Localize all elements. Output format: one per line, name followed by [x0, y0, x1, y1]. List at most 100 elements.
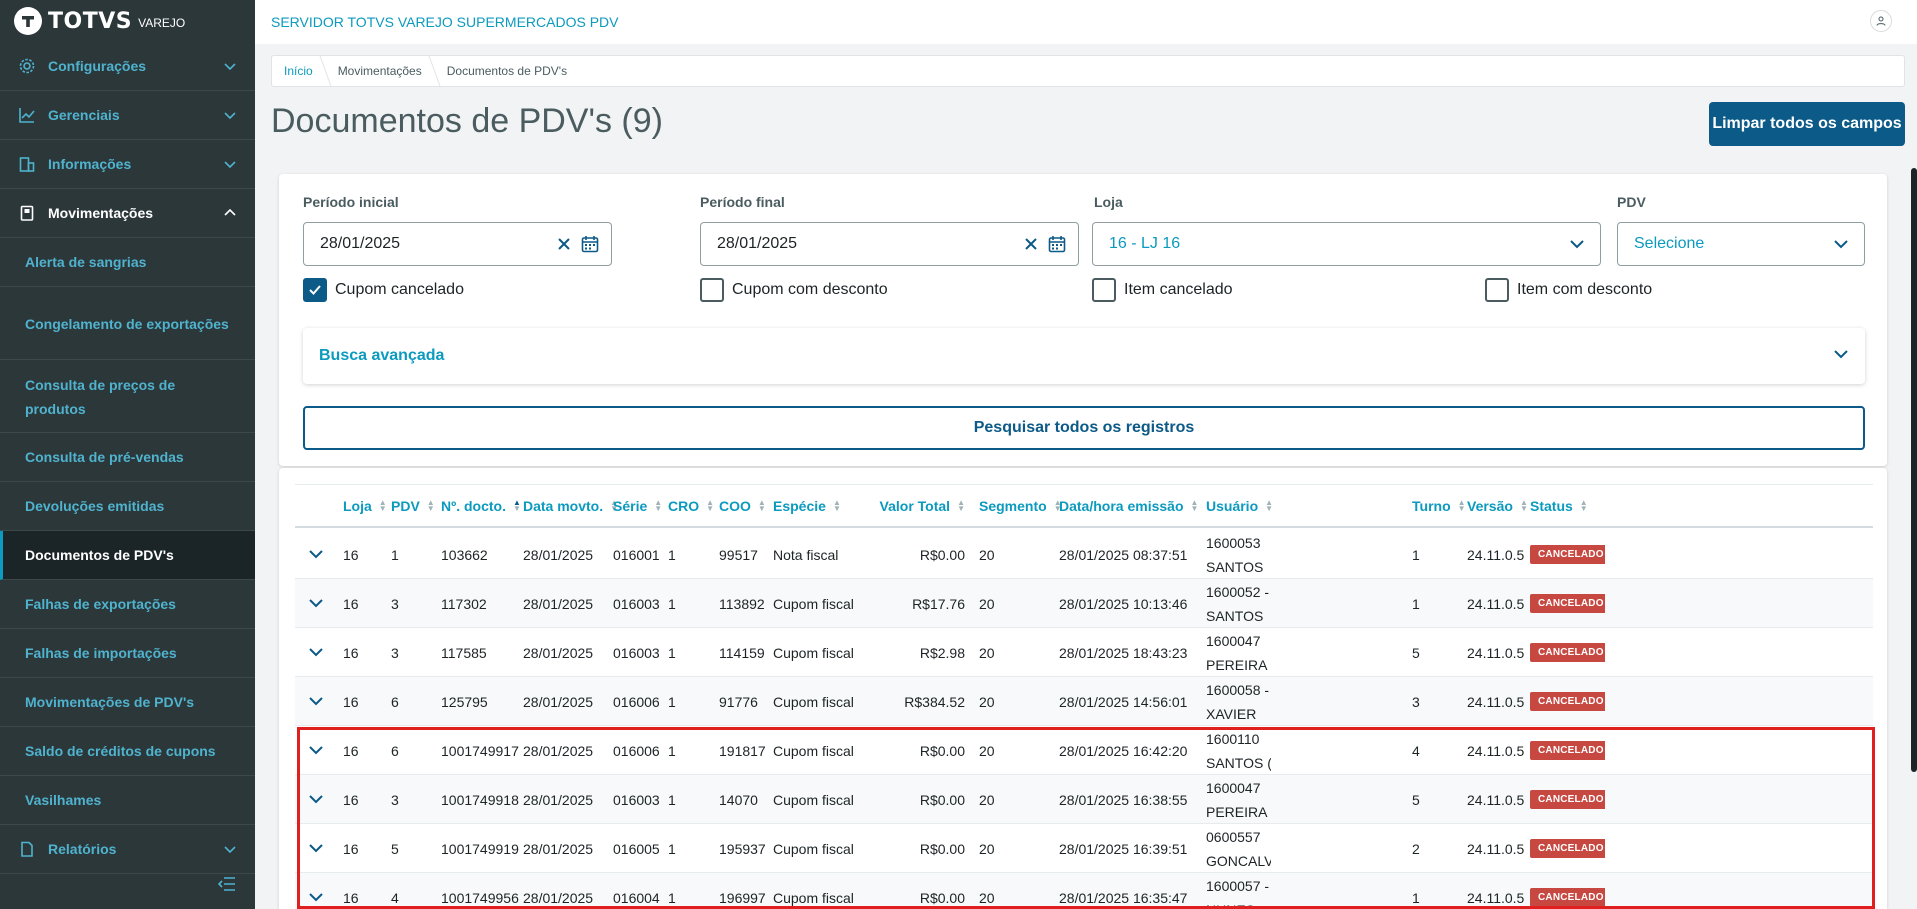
checkbox-cupom-cancelado[interactable]: Cupom cancelado [303, 278, 464, 302]
sidebar-item-alerta-sangrias[interactable]: Alerta de sangrias [0, 238, 255, 287]
expand-chevron-icon[interactable] [305, 788, 327, 810]
column-header-segmento[interactable]: Segmento ▲ ▼ [979, 485, 1062, 527]
checkbox-item-cancelado[interactable]: Item cancelado [1092, 278, 1233, 302]
column-header-serie[interactable]: Série ▲ ▼ [613, 485, 663, 527]
table-row[interactable]: 16 5 1001749919 28/01/2025 016005 1 195937 Cupo… [295, 824, 1873, 873]
user-name: SANTOS [1206, 558, 1264, 575]
table-row[interactable]: 16 3 117585 28/01/2025 016003 1 114159 Cupom fi… [295, 628, 1873, 677]
column-header-docto[interactable]: Nº. docto. ▲ ▼ [441, 485, 521, 527]
sort-icon: ▲ ▼ [1190, 498, 1199, 513]
pdv-select[interactable]: Selecione [1617, 222, 1865, 266]
sidebar-item-documentos-pdv[interactable]: Documentos de PDV's [0, 531, 255, 580]
cell-coo: 91776 [719, 693, 758, 710]
cell-especie: Cupom fiscal [773, 840, 854, 857]
search-all-button[interactable]: Pesquisar todos os registros [303, 406, 1865, 450]
cell-status: CANCELADO [1530, 530, 1605, 579]
column-header-pdv[interactable]: PDV ▲ ▼ [391, 485, 436, 527]
column-header-data[interactable]: Data movto. ▲ ▼ [523, 485, 618, 527]
cell-loja: 16 [343, 889, 359, 906]
cell-turno: 1 [1412, 546, 1420, 563]
cell-coo: 196997 [719, 889, 766, 906]
cell-versao: 24.11.0.5 [1467, 595, 1525, 612]
cell-especie: Cupom fiscal [773, 595, 854, 612]
status-badge: CANCELADO [1530, 594, 1605, 613]
column-header-cro[interactable]: CRO ▲ ▼ [668, 485, 714, 527]
start-date-field[interactable]: 28/01/2025 [303, 222, 612, 266]
sort-icon: ▲ ▼ [1265, 498, 1274, 513]
expand-chevron-icon[interactable] [305, 837, 327, 859]
end-date-field[interactable]: 28/01/2025 [700, 222, 1079, 266]
clear-all-fields-button[interactable]: Limpar todos os campos [1709, 102, 1905, 146]
column-header-status[interactable]: Status ▲ ▼ [1530, 485, 1605, 527]
sidebar-item-devolucoes-emitidas[interactable]: Devoluções emitidas [0, 482, 255, 531]
chevron-down-icon [223, 157, 237, 171]
cell-serie: 016006 [613, 693, 660, 710]
chevron-down-icon [223, 842, 237, 856]
column-header-usuario[interactable]: Usuário ▲ ▼ [1206, 485, 1406, 527]
expand-chevron-icon[interactable] [305, 690, 327, 712]
expand-chevron-icon[interactable] [305, 641, 327, 663]
calendar-icon[interactable] [1046, 233, 1068, 255]
expand-chevron-icon[interactable] [305, 592, 327, 614]
checkbox-item-com-desconto[interactable]: Item com desconto [1485, 278, 1652, 302]
table-row[interactable]: 16 6 125795 28/01/2025 016006 1 91776 Cupom fis… [295, 677, 1873, 726]
user-name: NUNES [1206, 898, 1255, 909]
cell-turno: 1 [1412, 595, 1420, 612]
sidebar-item-vasilhames[interactable]: Vasilhames [0, 776, 255, 825]
sidebar-menu-relatorios[interactable]: Relatórios [0, 825, 255, 874]
table-row[interactable]: 16 4 1001749956 28/01/2025 016004 1 196997 Cupo… [295, 873, 1873, 909]
cell-versao: 24.11.0.5 [1467, 791, 1525, 808]
sidebar-menu-configuracoes[interactable]: Configurações [0, 42, 255, 91]
cell-cro: 1 [668, 644, 676, 661]
clear-icon[interactable] [1020, 233, 1042, 255]
sidebar-item-congelamento-exportacoes[interactable]: Congelamento de exportações [0, 287, 255, 360]
sidebar-item-movimentacoes-pdv[interactable]: Movimentações de PDV's [0, 678, 255, 727]
chevron-down-icon [223, 59, 237, 73]
sort-icon: ▲ ▼ [378, 498, 387, 513]
cell-valor: R$0.00 [919, 840, 965, 857]
chevron-down-icon [1833, 346, 1849, 367]
table-row[interactable]: 16 1 103662 28/01/2025 016001 1 99517 Nota fisc… [295, 530, 1873, 579]
collapse-menu-icon[interactable] [215, 872, 239, 896]
expand-chevron-icon[interactable] [305, 886, 327, 908]
sidebar-item-consulta-precos[interactable]: Consulta de preços de produtos [0, 360, 255, 433]
user-code: 1600110 [1206, 730, 1260, 747]
cell-docto: 1001749919 [441, 840, 519, 857]
sidebar-menu-movimentacoes[interactable]: Movimentações [0, 189, 255, 238]
cell-turno: 1 [1412, 889, 1420, 906]
start-date-label: Período inicial [303, 194, 399, 210]
advanced-search-accordion[interactable]: Busca avançada [303, 328, 1865, 384]
cell-segmento: 20 [979, 644, 995, 661]
sidebar-menu-informacoes[interactable]: Informações [0, 140, 255, 189]
column-header-loja[interactable]: Loja ▲ ▼ [343, 485, 387, 527]
page-scrollbar[interactable] [1911, 168, 1917, 772]
sidebar-item-consulta-pre-vendas[interactable]: Consulta de pré-vendas [0, 433, 255, 482]
sidebar-menu-gerenciais[interactable]: Gerenciais [0, 91, 255, 140]
expand-chevron-icon[interactable] [305, 739, 327, 761]
sidebar-item-saldo-creditos[interactable]: Saldo de créditos de cupons [0, 727, 255, 776]
table-row[interactable]: 16 6 1001749917 28/01/2025 016006 1 191817 Cupo… [295, 726, 1873, 775]
brand-name: TOTVS [48, 8, 133, 34]
cell-segmento: 20 [979, 791, 995, 808]
column-header-valor[interactable]: Valor Total ▲ ▼ [880, 485, 965, 527]
column-header-emissao[interactable]: Data/hora emissão ▲ ▼ [1059, 485, 1199, 527]
column-header-versao[interactable]: Versão ▲ ▼ [1467, 485, 1528, 527]
cell-loja: 16 [343, 644, 359, 661]
clear-icon[interactable] [553, 233, 575, 255]
sidebar-item-falhas-exportacoes[interactable]: Falhas de exportações [0, 580, 255, 629]
table-row[interactable]: 16 3 1001749918 28/01/2025 016003 1 14070 Cupom… [295, 775, 1873, 824]
column-header-especie[interactable]: Espécie ▲ ▼ [773, 485, 883, 527]
sidebar-item-falhas-importacoes[interactable]: Falhas de importações [0, 629, 255, 678]
column-header-turno[interactable]: Turno ▲ ▼ [1412, 485, 1466, 527]
table-row[interactable]: 16 3 117302 28/01/2025 016003 1 113892 Cupom fi… [295, 579, 1873, 628]
status-badge: CANCELADO [1530, 545, 1605, 564]
page-title: Documentos de PDV's (9) [271, 102, 663, 140]
expand-chevron-icon[interactable] [305, 543, 327, 565]
checkbox-cupom-com-desconto[interactable]: Cupom com desconto [700, 278, 888, 302]
store-select[interactable]: 16 - LJ 16 [1092, 222, 1601, 266]
cell-segmento: 20 [979, 595, 995, 612]
breadcrumb-inicio[interactable]: Início [272, 56, 325, 86]
user-icon[interactable] [1870, 10, 1892, 32]
calendar-icon[interactable] [579, 233, 601, 255]
column-header-coo[interactable]: COO ▲ ▼ [719, 485, 769, 527]
